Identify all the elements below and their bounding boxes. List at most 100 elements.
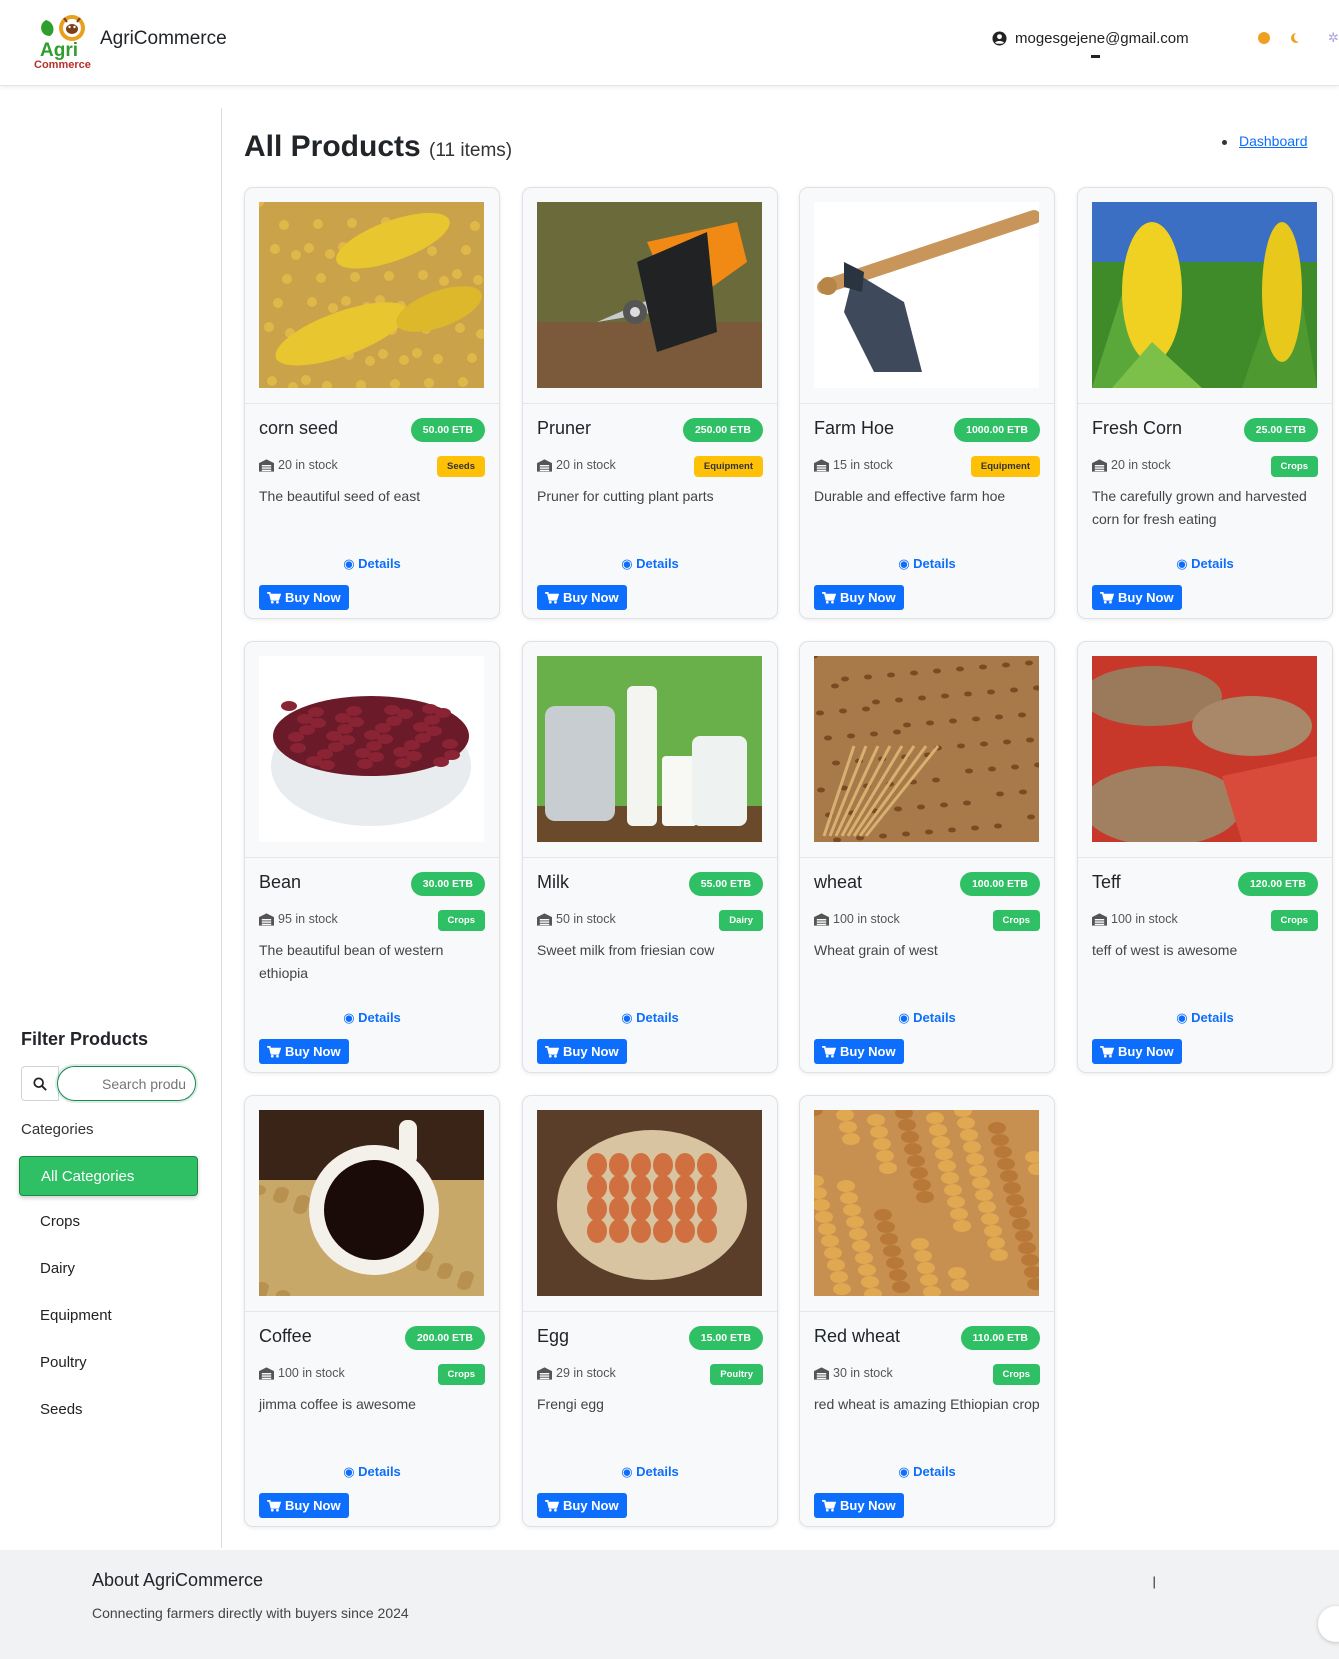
warehouse-icon xyxy=(814,458,829,472)
cart-icon xyxy=(267,1499,281,1512)
product-card: Red wheat 110.00 ETB 30 in stock Crops red w… xyxy=(799,1095,1055,1527)
hoe-image[interactable] xyxy=(814,202,1039,388)
corn-field-image[interactable] xyxy=(1092,202,1317,388)
price-badge: 120.00 ETB xyxy=(1237,872,1318,896)
buy-now-button[interactable]: Buy Now xyxy=(537,1493,627,1518)
stock-info: 20 in stock xyxy=(537,458,616,472)
product-description: The beautiful bean of western ethiopia xyxy=(259,942,444,981)
buy-now-button[interactable]: Buy Now xyxy=(814,1039,904,1064)
price-badge: 50.00 ETB xyxy=(410,418,485,442)
details-link[interactable]: ◉ Details xyxy=(1078,556,1332,572)
details-link[interactable]: ◉ Details xyxy=(800,556,1054,572)
stock-info: 29 in stock xyxy=(537,1366,616,1380)
agricommerce-logo[interactable]: Agri Commerce xyxy=(34,10,96,72)
page-title: All Products (11 items) xyxy=(244,130,513,163)
price-badge: 1000.00 ETB xyxy=(954,418,1040,442)
list-bullet xyxy=(1222,140,1227,145)
category-all[interactable]: All Categories xyxy=(19,1156,198,1196)
eye-icon: ◉ xyxy=(343,1464,355,1479)
stock-info: 20 in stock xyxy=(1092,458,1171,472)
stock-count: 29 in stock xyxy=(556,1366,616,1380)
privacy-link[interactable]: Privacy Policy xyxy=(1159,1574,1240,1589)
stock-count: 100 in stock xyxy=(1111,912,1178,926)
eye-icon: ◉ xyxy=(1176,1010,1188,1025)
details-link[interactable]: ◉ Details xyxy=(523,1010,777,1026)
details-link[interactable]: ◉ Details xyxy=(800,1464,1054,1480)
cart-icon xyxy=(1100,591,1114,604)
user-email: mogesgejene@gmail.com xyxy=(1015,30,1189,47)
category-seeds[interactable]: Seeds xyxy=(19,1390,198,1437)
eye-icon: ◉ xyxy=(898,1010,910,1025)
svg-text:Commerce: Commerce xyxy=(34,59,91,71)
product-description: The carefully grown and harvested corn f… xyxy=(1092,488,1307,527)
stock-info: 100 in stock xyxy=(814,912,900,926)
buy-now-button[interactable]: Buy Now xyxy=(259,1039,349,1064)
product-image-frame xyxy=(245,642,499,858)
terms-link[interactable]: Terms of Service xyxy=(1052,1574,1149,1589)
eggs-image[interactable] xyxy=(537,1110,762,1296)
user-circle-icon xyxy=(992,31,1007,46)
stock-count: 95 in stock xyxy=(278,912,338,926)
stock-info: 95 in stock xyxy=(259,912,338,926)
corn-kernels-image[interactable] xyxy=(259,202,484,388)
buy-now-button[interactable]: Buy Now xyxy=(1092,1039,1182,1064)
category-dairy[interactable]: Dairy xyxy=(19,1249,198,1296)
gear-icon[interactable]: ✲ xyxy=(1328,31,1339,44)
dashboard-link[interactable]: Dashboard xyxy=(1239,133,1308,149)
item-count: (11 items) xyxy=(429,140,513,161)
milk-image[interactable] xyxy=(537,656,762,842)
details-link[interactable]: ◉ Details xyxy=(245,556,499,572)
category-badge: Crops xyxy=(437,1364,485,1385)
category-badge: Crops xyxy=(992,1364,1040,1385)
product-card: Bean 30.00 ETB 95 in stock Crops The beautif… xyxy=(244,641,500,1073)
stock-count: 20 in stock xyxy=(1111,458,1171,472)
footer-links: Terms of Service | Privacy Policy xyxy=(1052,1574,1240,1589)
teff-image[interactable] xyxy=(1092,656,1317,842)
details-link[interactable]: ◉ Details xyxy=(523,1464,777,1480)
buy-now-button[interactable]: Buy Now xyxy=(537,585,627,610)
moon-icon[interactable] xyxy=(1294,32,1304,42)
category-equipment[interactable]: Equipment xyxy=(19,1296,198,1343)
details-link[interactable]: ◉ Details xyxy=(245,1464,499,1480)
buy-now-button[interactable]: Buy Now xyxy=(259,585,349,610)
details-link[interactable]: ◉ Details xyxy=(800,1010,1054,1026)
eye-icon: ◉ xyxy=(621,1464,633,1479)
buy-now-button[interactable]: Buy Now xyxy=(814,1493,904,1518)
stock-count: 20 in stock xyxy=(278,458,338,472)
eye-icon: ◉ xyxy=(343,556,355,571)
search-button[interactable] xyxy=(21,1066,59,1101)
product-image-frame xyxy=(1078,188,1332,404)
theme-switcher: ✲ xyxy=(1258,31,1339,44)
sun-icon[interactable] xyxy=(1258,32,1270,44)
buy-now-button[interactable]: Buy Now xyxy=(814,585,904,610)
category-badge: Equipment xyxy=(693,456,763,477)
eye-icon: ◉ xyxy=(898,1464,910,1479)
eye-icon: ◉ xyxy=(621,1010,633,1025)
coffee-image[interactable] xyxy=(259,1110,484,1296)
details-link[interactable]: ◉ Details xyxy=(245,1010,499,1026)
buy-now-button[interactable]: Buy Now xyxy=(1092,585,1182,610)
category-crops[interactable]: Crops xyxy=(19,1202,198,1249)
category-badge: Dairy xyxy=(719,910,763,931)
dropdown-caret-icon[interactable] xyxy=(1091,55,1100,58)
red-wheat-image[interactable] xyxy=(814,1110,1039,1296)
details-link[interactable]: ◉ Details xyxy=(523,556,777,572)
pruner-image[interactable] xyxy=(537,202,762,388)
product-name: Coffee xyxy=(259,1326,312,1346)
search-input[interactable] xyxy=(57,1066,196,1101)
buy-now-button[interactable]: Buy Now xyxy=(259,1493,349,1518)
category-badge: Crops xyxy=(992,910,1040,931)
user-menu[interactable]: mogesgejene@gmail.com xyxy=(992,30,1189,47)
wheat-image[interactable] xyxy=(814,656,1039,842)
beans-image[interactable] xyxy=(259,656,484,842)
category-badge: Crops xyxy=(437,910,485,931)
brand-name[interactable]: AgriCommerce xyxy=(100,28,227,50)
category-badge: Equipment xyxy=(970,456,1040,477)
buy-now-button[interactable]: Buy Now xyxy=(537,1039,627,1064)
stock-count: 100 in stock xyxy=(833,912,900,926)
product-name: Milk xyxy=(537,872,569,892)
details-link[interactable]: ◉ Details xyxy=(1078,1010,1332,1026)
chat-widget-icon[interactable] xyxy=(1318,1606,1339,1642)
stock-info: 50 in stock xyxy=(537,912,616,926)
category-poultry[interactable]: Poultry xyxy=(19,1343,198,1390)
